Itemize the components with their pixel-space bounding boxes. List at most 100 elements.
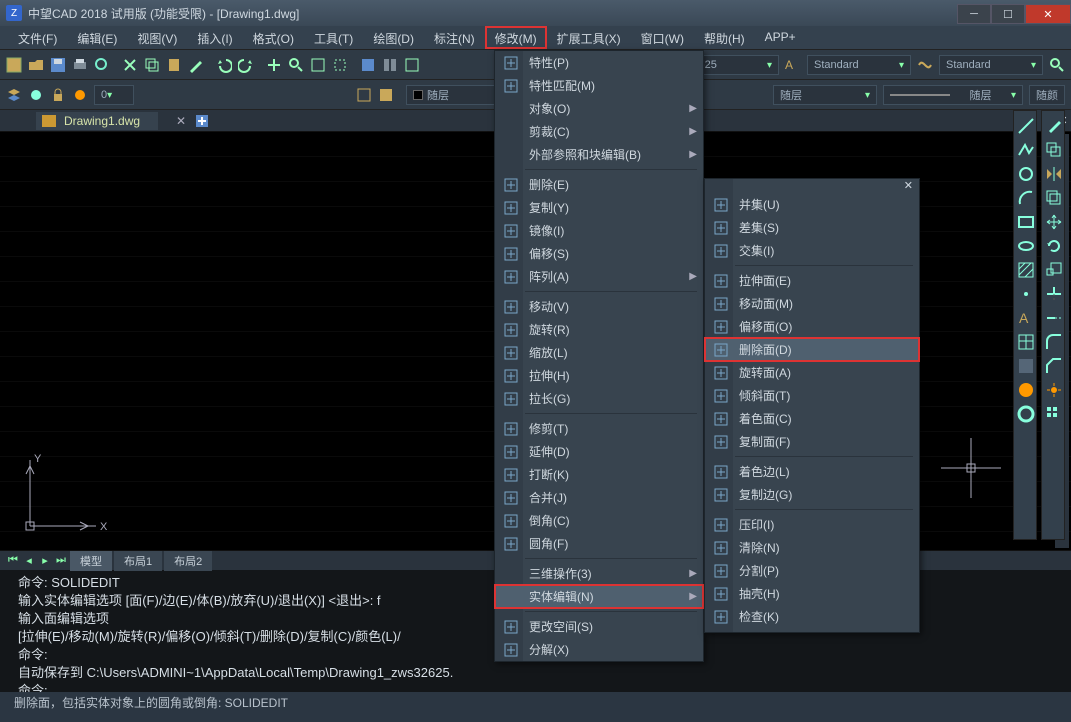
new-icon[interactable] (6, 57, 22, 73)
menu-item[interactable]: 复制面(F) (705, 430, 919, 453)
menu-APP+[interactable]: APP+ (755, 26, 806, 49)
copy-icon[interactable] (144, 57, 160, 73)
menu-扩展工具[interactable]: 扩展工具(X) (547, 26, 631, 49)
menu-item[interactable]: 拉伸面(E) (705, 269, 919, 292)
menu-帮助[interactable]: 帮助(H) (694, 26, 755, 49)
menu-格式[interactable]: 格式(O) (243, 26, 304, 49)
menu-插入[interactable]: 插入(I) (187, 26, 242, 49)
menu-item[interactable]: 移动(V) (495, 295, 703, 318)
trim-tool-icon[interactable] (1045, 285, 1063, 303)
menu-item[interactable]: 修剪(T) (495, 417, 703, 440)
tablestyle-icon[interactable] (917, 57, 933, 73)
mirror-tool-icon[interactable] (1045, 165, 1063, 183)
menu-item[interactable]: 交集(I) (705, 239, 919, 262)
explode-tool-icon[interactable] (1045, 381, 1063, 399)
cut-icon[interactable] (122, 57, 138, 73)
new-tab-button[interactable] (194, 113, 210, 129)
zoom-win-icon[interactable] (332, 57, 348, 73)
menu-item[interactable]: 特性匹配(M) (495, 74, 703, 97)
block-icon[interactable] (356, 87, 372, 103)
menu-item[interactable]: 圆角(F) (495, 532, 703, 555)
menu-item[interactable]: 外部参照和块编辑(B)▶ (495, 143, 703, 166)
menu-item[interactable]: 更改空间(S) (495, 615, 703, 638)
menu-视图[interactable]: 视图(V) (127, 26, 187, 49)
layout-prev-icon[interactable]: ◂ (22, 554, 36, 567)
menu-item[interactable]: 延伸(D) (495, 440, 703, 463)
extend-tool-icon[interactable] (1045, 309, 1063, 327)
menu-item[interactable]: 镜像(I) (495, 219, 703, 242)
pan-icon[interactable] (266, 57, 282, 73)
menu-item[interactable]: 复制(Y) (495, 196, 703, 219)
menu-item[interactable]: 分割(P) (705, 559, 919, 582)
submenu-close-icon[interactable]: ✕ (904, 179, 913, 193)
copy-tool-icon[interactable] (1045, 141, 1063, 159)
menu-item[interactable]: 特性(P) (495, 51, 703, 74)
layout-tab-model[interactable]: 模型 (70, 551, 112, 571)
print-icon[interactable] (72, 57, 88, 73)
move-tool-icon[interactable] (1045, 213, 1063, 231)
menu-标注[interactable]: 标注(N) (424, 26, 485, 49)
textstyle-combo[interactable]: Standard (807, 55, 911, 75)
layer-name-combo[interactable]: 0 (94, 85, 134, 105)
menu-item[interactable]: 着色面(C) (705, 407, 919, 430)
redo-icon[interactable] (238, 57, 254, 73)
polyline-tool-icon[interactable] (1017, 141, 1035, 159)
paste-icon[interactable] (166, 57, 182, 73)
open-icon[interactable] (28, 57, 44, 73)
line-tool-icon[interactable] (1017, 117, 1035, 135)
erase-tool-icon[interactable] (1045, 117, 1063, 135)
layout-tab[interactable]: 布局1 (114, 551, 162, 571)
menu-item[interactable]: 打断(K) (495, 463, 703, 486)
fillet-tool-icon[interactable] (1045, 333, 1063, 351)
menu-item[interactable]: 拉伸(H) (495, 364, 703, 387)
menu-工具[interactable]: 工具(T) (304, 26, 363, 49)
point-tool-icon[interactable] (1017, 285, 1035, 303)
ellipse-tool-icon[interactable] (1017, 237, 1035, 255)
menu-绘图[interactable]: 绘图(D) (363, 26, 424, 49)
menu-item[interactable]: 分解(X) (495, 638, 703, 661)
menu-item[interactable]: 对象(O)▶ (495, 97, 703, 120)
lineweight-combo[interactable]: 随层 (883, 85, 1023, 105)
menu-修改[interactable]: 修改(M) (485, 26, 547, 49)
properties-icon[interactable] (360, 57, 376, 73)
text-tool-icon[interactable]: A (1017, 309, 1035, 327)
layout-last-icon[interactable]: ⏭ (54, 554, 68, 567)
menu-item[interactable]: 剪裁(C)▶ (495, 120, 703, 143)
menu-item[interactable]: 合并(J) (495, 486, 703, 509)
layout-next-icon[interactable]: ▸ (38, 554, 52, 567)
layout-tab[interactable]: 布局2 (164, 551, 212, 571)
linetype-combo[interactable]: 随层 (773, 85, 877, 105)
preview-icon[interactable] (94, 57, 110, 73)
gradient-tool-icon[interactable] (1017, 381, 1035, 399)
arc-tool-icon[interactable] (1017, 189, 1035, 207)
matchprop-icon[interactable] (188, 57, 204, 73)
menu-item[interactable]: 倾斜面(T) (705, 384, 919, 407)
plotstyle-combo[interactable]: 随颜 (1029, 85, 1065, 105)
circle-tool-icon[interactable] (1017, 165, 1035, 183)
menu-item[interactable]: 缩放(L) (495, 341, 703, 364)
menu-item[interactable]: 清除(N) (705, 536, 919, 559)
layout-first-icon[interactable]: ⏮ (6, 554, 20, 567)
block-insert-icon[interactable] (378, 87, 394, 103)
tablestyle-combo[interactable]: Standard (939, 55, 1043, 75)
menu-item[interactable]: 并集(U) (705, 193, 919, 216)
menu-文件[interactable]: 文件(F) (8, 26, 67, 49)
offset-tool-icon[interactable] (1045, 189, 1063, 207)
region-tool-icon[interactable] (1017, 357, 1035, 375)
zoom-icon[interactable] (288, 57, 304, 73)
layer-manager-icon[interactable] (6, 87, 22, 103)
menu-item[interactable]: 抽壳(H) (705, 582, 919, 605)
menu-编辑[interactable]: 编辑(E) (67, 26, 127, 49)
menu-item[interactable]: 阵列(A)▶ (495, 265, 703, 288)
chamfer-tool-icon[interactable] (1045, 357, 1063, 375)
menu-item[interactable]: 旋转面(A) (705, 361, 919, 384)
donut-tool-icon[interactable] (1017, 405, 1035, 423)
menu-item[interactable]: 检查(K) (705, 605, 919, 628)
menu-item[interactable]: 着色边(L) (705, 460, 919, 483)
menu-item[interactable]: 倒角(C) (495, 509, 703, 532)
layer-off-icon[interactable] (72, 87, 88, 103)
minimize-button[interactable]: ─ (957, 4, 991, 24)
table-tool-icon[interactable] (1017, 333, 1035, 351)
menu-item[interactable]: 三维操作(3)▶ (495, 562, 703, 585)
menu-item[interactable]: 删除面(D) (705, 338, 919, 361)
